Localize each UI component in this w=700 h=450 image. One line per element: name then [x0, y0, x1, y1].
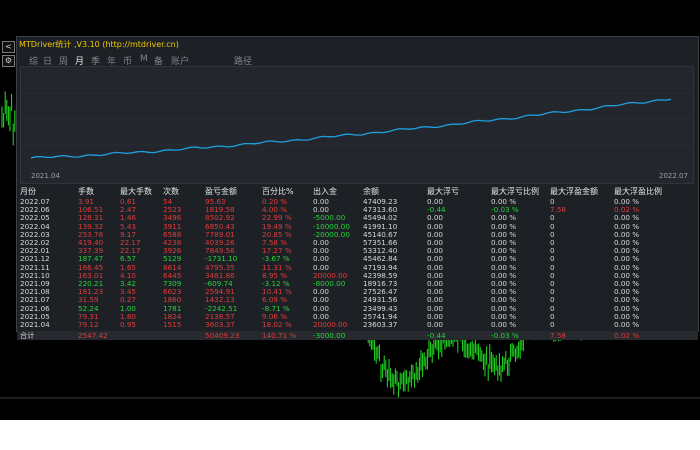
cell-col-5: 18.02 % — [262, 320, 292, 329]
balance-curve-svg — [21, 92, 693, 159]
statistics-panel: MTDriver统计 ,V3.10 (http://mtdriver.cn) 综… — [16, 36, 699, 341]
cell-col-0: 合计 — [20, 331, 35, 341]
cell-col-10: 0 — [550, 320, 555, 329]
cell-col-9: -0.03 % — [491, 331, 519, 341]
balance-curve-chart: 2021.04 2022.07 — [20, 66, 694, 184]
x-axis-start-label: 2021.04 — [31, 172, 60, 180]
cell-col-6: 20000.00 — [313, 320, 348, 329]
table-row[interactable]: 2021.04 79.12 0.95 1515 3603.37 18.02 % 20000.… — [17, 320, 698, 329]
cell-col-10: 7.58 — [550, 331, 567, 341]
cell-col-2: 0.95 — [120, 320, 137, 329]
settings-icon[interactable]: ⚙ — [2, 55, 15, 67]
cell-col-9: 0.00 % — [491, 320, 517, 329]
cell-col-11: 0.02 % — [614, 331, 640, 341]
cell-col-0: 2021.04 — [20, 320, 50, 329]
cell-col-7: 23603.37 — [363, 320, 398, 329]
cell-col-4: 3603.37 — [205, 320, 235, 329]
trading-chart-area: < ⚙ MTDriver统计 ,V3.10 (http://mtdriver.c… — [0, 0, 700, 420]
cell-col-1: 79.12 — [78, 320, 99, 329]
cell-col-11: 0.00 % — [614, 320, 640, 329]
cell-col-5: 140.71 % — [262, 331, 297, 341]
cell-col-8: 0.00 — [427, 320, 444, 329]
x-axis-end-label: 2022.07 — [659, 172, 688, 180]
cell-col-10: 最大浮盈金额 — [550, 187, 598, 196]
cell-col-3: 1515 — [163, 320, 182, 329]
collapse-icon[interactable]: < — [2, 41, 15, 53]
cell-col-8: -0.44 — [427, 331, 446, 341]
cell-col-4: 50409.23 — [205, 331, 240, 341]
panel-title: MTDriver统计 ,V3.10 (http://mtdriver.cn) — [19, 40, 179, 49]
cell-col-6: -3000.00 — [313, 331, 346, 341]
table-total-row: 合计 2547.42 50409.23 140.71 % -3000.00 -0.44 -0… — [17, 331, 698, 341]
cell-col-1: 2547.42 — [78, 331, 108, 341]
balance-line — [30, 98, 672, 159]
tab-7[interactable]: M — [140, 54, 148, 64]
